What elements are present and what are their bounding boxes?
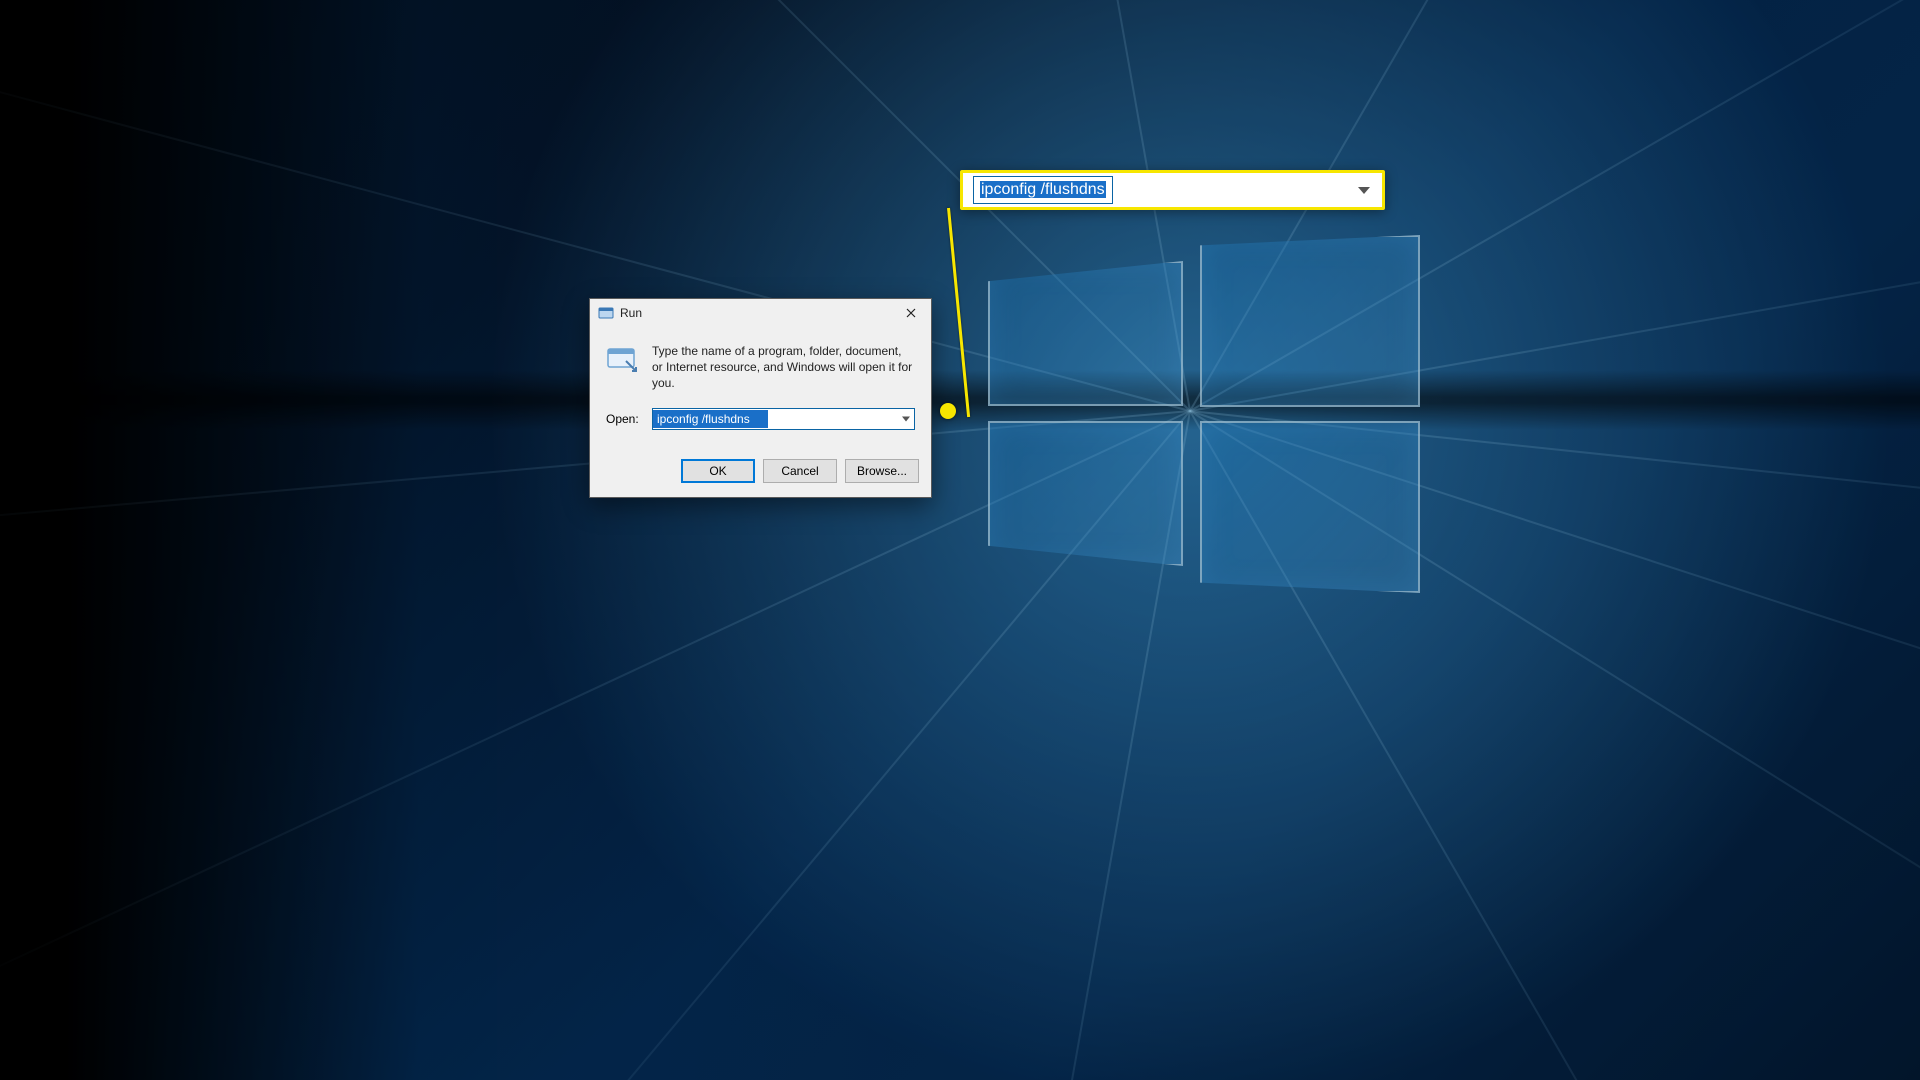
callout-combobox: ipconfig /flushdns xyxy=(973,176,1113,204)
close-button[interactable] xyxy=(895,299,927,327)
callout-zoom-box: ipconfig /flushdns xyxy=(960,170,1385,210)
ok-button[interactable]: OK xyxy=(681,459,755,483)
windows-logo-icon xyxy=(988,235,1438,575)
close-icon xyxy=(906,308,916,318)
chevron-down-icon xyxy=(1358,181,1370,199)
open-combobox[interactable]: ipconfig /flushdns xyxy=(652,408,915,430)
open-label: Open: xyxy=(606,412,642,426)
callout-anchor-dot xyxy=(940,403,956,419)
run-titlebar-icon xyxy=(598,305,614,321)
run-description: Type the name of a program, folder, docu… xyxy=(652,343,915,392)
run-dialog: Run Type the name of a program, folder, … xyxy=(589,298,932,498)
run-titlebar: Run xyxy=(590,299,931,327)
open-command-text: ipconfig /flushdns xyxy=(653,410,768,428)
run-program-icon xyxy=(606,343,638,375)
run-button-row: OK Cancel Browse... xyxy=(590,447,931,497)
cancel-button[interactable]: Cancel xyxy=(763,459,837,483)
light-beams xyxy=(0,0,1920,1080)
run-title: Run xyxy=(620,306,895,320)
callout-command-text: ipconfig /flushdns xyxy=(980,181,1106,198)
desktop-wallpaper: Run Type the name of a program, folder, … xyxy=(0,0,1920,1080)
callout-connector-line xyxy=(947,208,970,417)
chevron-down-icon xyxy=(902,413,910,424)
browse-button[interactable]: Browse... xyxy=(845,459,919,483)
